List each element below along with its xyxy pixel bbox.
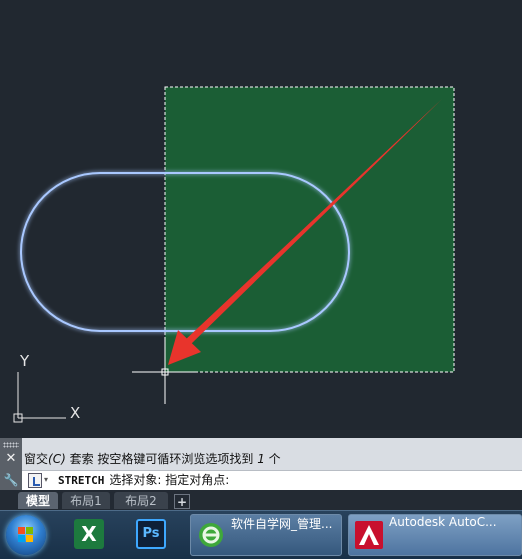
layout-tabs: 模型 布局1 布局2 + xyxy=(0,490,522,510)
taskbar-item-browser[interactable]: 软件自学网_管理... xyxy=(190,514,342,556)
tab-layout2[interactable]: 布局2 xyxy=(114,492,168,509)
photoshop-icon: Ps xyxy=(142,526,160,541)
browser-icon xyxy=(199,523,223,547)
autocad-icon xyxy=(355,521,383,549)
command-input-line[interactable]: ▾ STRETCH 选择对象: 指定对角点: xyxy=(22,470,522,491)
add-layout-button[interactable]: + xyxy=(174,494,190,509)
ucs-x-label: X xyxy=(70,404,80,422)
excel-taskbar-icon[interactable]: X xyxy=(74,519,104,549)
excel-icon: X xyxy=(81,522,97,546)
command-name: STRETCH xyxy=(58,474,105,487)
taskbar-autocad-label: Autodesk AutoC... xyxy=(389,515,497,529)
taskbar-item-autocad[interactable]: Autodesk AutoC... xyxy=(348,514,522,556)
start-button[interactable] xyxy=(6,515,46,555)
tab-layout1[interactable]: 布局1 xyxy=(62,492,110,509)
windows-logo-icon xyxy=(18,527,34,543)
drawing-canvas[interactable]: Y X xyxy=(0,0,522,438)
chevron-down-icon[interactable]: ▾ xyxy=(44,475,48,484)
taskbar-browser-label: 软件自学网_管理... xyxy=(231,517,333,531)
command-icon[interactable] xyxy=(28,473,42,488)
command-history-line: 窗交(C) 套索 按空格键可循环浏览选项找到 1 个 xyxy=(24,450,281,468)
ucs-y-label: Y xyxy=(19,352,30,370)
history-count: 1 xyxy=(257,452,265,466)
selection-window xyxy=(164,86,455,373)
command-palette-grip[interactable]: ✕ 🔧 xyxy=(0,438,22,490)
command-prompt[interactable]: STRETCH 选择对象: 指定对角点: xyxy=(58,471,229,491)
photoshop-taskbar-icon[interactable]: Ps xyxy=(136,519,166,549)
history-prefix: 窗交 xyxy=(24,452,49,466)
tab-model[interactable]: 模型 xyxy=(18,492,58,509)
command-area: ✕ 🔧 窗交(C) 套索 按空格键可循环浏览选项找到 1 个 ▾ STRETCH… xyxy=(0,438,522,491)
history-option: (C) xyxy=(48,452,66,466)
history-unit: 个 xyxy=(264,452,281,466)
close-icon[interactable]: ✕ xyxy=(4,452,18,466)
history-rest: 套索 按空格键可循环浏览选项找到 xyxy=(65,452,258,466)
taskbar: X Ps 软件自学网_管理... Autodesk AutoC... xyxy=(0,510,522,559)
command-prompt-text: 选择对象: 指定对角点: xyxy=(109,473,230,487)
wrench-icon[interactable]: 🔧 xyxy=(3,472,19,488)
